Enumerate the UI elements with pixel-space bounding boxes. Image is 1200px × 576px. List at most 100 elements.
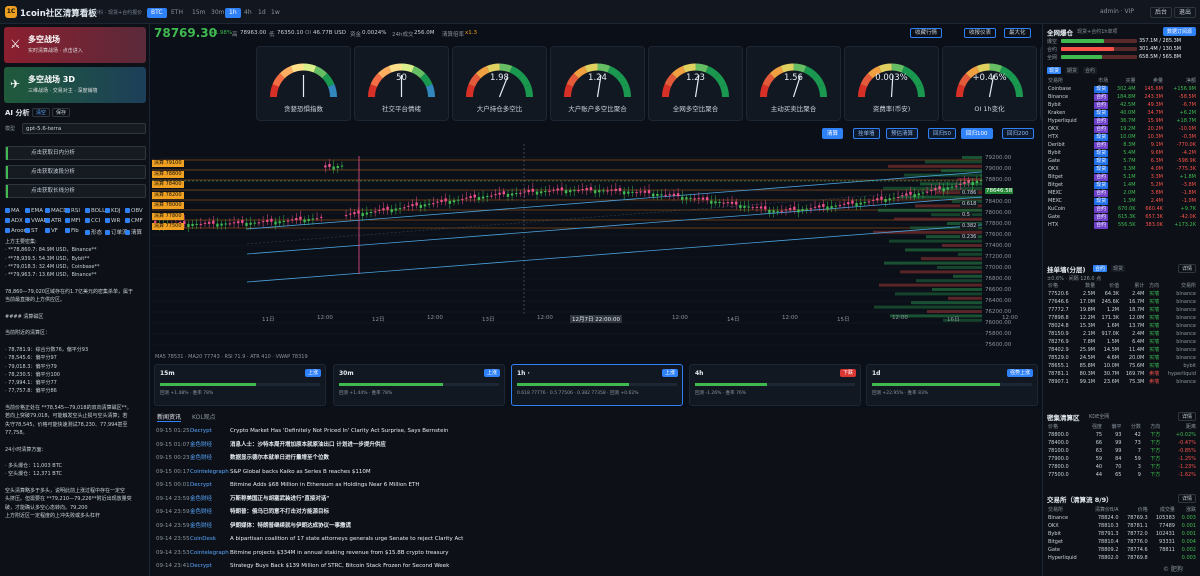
timeframe-tab-1h[interactable]: 1h: [225, 8, 241, 18]
orderwall-tab-0[interactable]: 合约: [1093, 265, 1108, 272]
exchange-tab-2[interactable]: 合约: [1083, 67, 1098, 74]
table-row[interactable]: MEXC 现货 1.3M 2.4M -1.0M: [1047, 197, 1197, 205]
indicator-checkbox-20[interactable]: 清算: [125, 228, 142, 236]
table-row[interactable]: Gate 78809.2 78774.6 78811 0.002: [1047, 546, 1197, 554]
indicator-checkbox-5[interactable]: KDJ: [105, 208, 120, 214]
table-row[interactable]: 77900.0 59 84 59 下方 -1.25%: [1047, 455, 1197, 463]
table-row[interactable]: Kraken 现货 40.0M 34.7M +6.2M: [1047, 109, 1197, 117]
indicator-checkbox-7[interactable]: ADX: [5, 218, 23, 224]
logout-button[interactable]: 退出: [1174, 7, 1197, 18]
exchange-tab-0[interactable]: 现货: [1047, 67, 1062, 74]
table-row[interactable]: 78400.0 66 99 73 下方 -0.47%: [1047, 439, 1197, 447]
timeframe-card-4[interactable]: 1d 强势上涨 回测 +22.95% · 胜率 83%: [866, 364, 1038, 406]
symbol-tab-eth[interactable]: ETH: [167, 8, 187, 18]
indicator-checkbox-15[interactable]: ST: [25, 228, 38, 234]
price-chart[interactable]: 清算 挂单墙 预估清算 回归50 回归100 回归200 清算 79100 清算 78800…: [152, 124, 1064, 352]
timeframe-card-1[interactable]: 30m 上涨 回测 +1.44% · 胜率 78%: [333, 364, 505, 406]
table-row[interactable]: 77772.7 19.8M 1.2M 18.7M 买墙 binance: [1047, 306, 1197, 314]
user-badge[interactable]: admin · VIP: [1100, 8, 1134, 15]
indicator-checkbox-3[interactable]: RSI: [65, 208, 80, 214]
table-row[interactable]: 77646.6 17.0M 245.6K 16.7M 买墙 binance: [1047, 298, 1197, 306]
longterm-analysis-button[interactable]: 点击获取长线分析: [5, 184, 146, 198]
alarm-button[interactable]: 收报仪表: [964, 28, 997, 38]
news-item[interactable]: 09-14 23:59金色财经 特朗普：俄乌已同意不打击对方能源目标: [156, 507, 1036, 518]
table-row[interactable]: Bitget 现货 1.4M 5.2M -3.8M: [1047, 181, 1197, 189]
indicator-checkbox-1[interactable]: EMA: [25, 208, 43, 214]
table-row[interactable]: Bybit 合约 42.5M 49.3M -6.7M: [1047, 101, 1197, 109]
news-item[interactable]: 09-14 23:59金色财经 万斯称美国正与胡塞武装进行"直接对话": [156, 494, 1036, 505]
table-row[interactable]: Bitget 78810.4 78776.0 93331 0.004: [1047, 538, 1197, 546]
table-row[interactable]: 77898.8 12.2M 171.3K 12.0M 买墙 binance: [1047, 314, 1197, 322]
table-row[interactable]: Deribit 合约 8.3M 9.1M -770.0K: [1047, 141, 1197, 149]
orderwall-tab-1[interactable]: 现货: [1111, 265, 1126, 272]
chart-button-2[interactable]: 预估清算: [886, 128, 919, 139]
indicator-checkbox-16[interactable]: VF: [45, 228, 58, 234]
table-row[interactable]: KuCoin 合约 670.0K 660.4K +9.7K: [1047, 205, 1197, 213]
news-item[interactable]: 09-14 23:55CoinDesk A bipartisan coalitio…: [156, 534, 1036, 545]
tab-news[interactable]: 新闻资讯: [157, 412, 182, 422]
indicator-checkbox-17[interactable]: Fib: [65, 228, 79, 234]
indicator-checkbox-10[interactable]: MFI: [65, 218, 81, 224]
maximize-button[interactable]: 最大化: [1004, 28, 1031, 38]
chart-button-5[interactable]: 回归200: [1002, 128, 1034, 139]
indicator-checkbox-11[interactable]: CCI: [85, 218, 100, 224]
intraday-analysis-button[interactable]: 点击获取日内分析: [5, 146, 146, 160]
timeframe-card-2[interactable]: 1h · 上涨 0.618 77776 · 0.5 77506 · 0.382 77…: [511, 364, 683, 406]
news-item[interactable]: 09-15 00:17CointelegraphS&P Global backs…: [156, 467, 1036, 478]
battle-card[interactable]: ⚔ 多空战场 实时清算战场 · 点击进入: [4, 27, 146, 63]
admin-button[interactable]: 后台: [1150, 7, 1173, 18]
table-row[interactable]: 77500.0 44 65 9 下方 -1.62%: [1047, 471, 1197, 479]
table-row[interactable]: 78276.9 7.8M 1.5M 6.4M 买墙 binance: [1047, 338, 1197, 346]
table-row[interactable]: OKX 现货 3.3M 4.0M -775.3K: [1047, 165, 1197, 173]
news-item[interactable]: 09-14 23:53CointelegraphBitmine projects…: [156, 548, 1036, 559]
tab-kol[interactable]: KOL观点: [192, 412, 216, 421]
table-row[interactable]: 78150.9 2.1M 917.0K 2.4M 买墙 binance: [1047, 330, 1197, 338]
table-row[interactable]: Bybit 现货 5.4M 9.6M -4.2M: [1047, 149, 1197, 157]
indicator-checkbox-8[interactable]: VWAP: [25, 218, 47, 224]
save-button[interactable]: 保存: [52, 108, 71, 117]
table-row[interactable]: 78100.0 63 99 7 下方 -0.85%: [1047, 447, 1197, 455]
news-item[interactable]: 09-15 00:01Decrypt Bitmine Adds $68 Milli…: [156, 480, 1036, 491]
indicator-checkbox-0[interactable]: MA: [5, 208, 20, 214]
exchange-flow-detail-button[interactable]: 详情: [1177, 494, 1196, 503]
chart-button-1[interactable]: 挂单墙: [853, 128, 880, 139]
model-select[interactable]: gpt-5.6-terra: [22, 123, 146, 134]
table-row[interactable]: Gate 合约 615.3K 657.3K -42.0K: [1047, 213, 1197, 221]
table-row[interactable]: Binance 合约 184.8M 243.3M -58.5M: [1047, 93, 1197, 101]
table-row[interactable]: Hyperliquid 78802.0 78769.8 0.003: [1047, 554, 1197, 562]
indicator-checkbox-18[interactable]: 形态: [85, 228, 102, 236]
table-row[interactable]: Binance 78824.0 78769.3 105383 0.003: [1047, 514, 1197, 522]
table-row[interactable]: 78024.8 15.3M 1.6M 13.7M 买墙 binance: [1047, 322, 1197, 330]
indicator-checkbox-4[interactable]: BOLL: [85, 208, 105, 214]
table-row[interactable]: 78655.1 85.8M 10.0M 75.6M 买墙 bybit: [1047, 362, 1197, 370]
table-row[interactable]: Gate 现货 5.7M 6.3M -598.9K: [1047, 157, 1197, 165]
swing-analysis-button[interactable]: 点击获取波段分析: [5, 165, 146, 179]
symbol-tab-btc[interactable]: BTC: [147, 8, 167, 18]
subscribe-button[interactable]: 数据订阅源: [1162, 27, 1196, 36]
table-row[interactable]: Bybit 78791.3 78772.0 102431 0.001: [1047, 530, 1197, 538]
table-row[interactable]: OKX 合约 19.2M 20.2M -10.0M: [1047, 125, 1197, 133]
table-row[interactable]: HTX 现货 10.0M 10.3M -0.3M: [1047, 133, 1197, 141]
table-row[interactable]: Coinbase 现货 302.4M 145.6M +156.9M: [1047, 85, 1197, 93]
table-row[interactable]: 78529.0 24.5M 4.6M 20.0M 买墙 binance: [1047, 354, 1197, 362]
table-row[interactable]: 77800.0 40 70 3 下方 -1.23%: [1047, 463, 1197, 471]
indicator-checkbox-9[interactable]: ATR: [45, 218, 62, 224]
news-item[interactable]: 09-15 01:07金色财经 消息人士：沙特本周开增加原本就原油出口 计划进一步…: [156, 440, 1036, 451]
chart-button-4[interactable]: 回归100: [961, 128, 993, 139]
table-row[interactable]: 78781.1 80.3M 30.7M 169.7M 卖墙 hyperliquid: [1047, 370, 1197, 378]
news-item[interactable]: 09-15 00:23金色财经 数据显示德尔本就单日进行量增至个位数: [156, 453, 1036, 464]
indicator-checkbox-13[interactable]: CMF: [125, 218, 143, 224]
table-row[interactable]: OKX 78810.3 78781.1 77489 0.001: [1047, 522, 1197, 530]
table-row[interactable]: HTX 合约 556.5K 383.0K +173.2K: [1047, 221, 1197, 229]
exchange-tab-1[interactable]: 期货: [1065, 67, 1080, 74]
table-row[interactable]: 78800.0 75 93 42 下方 +0.02%: [1047, 431, 1197, 439]
table-row[interactable]: Bitget 合约 5.1M 3.3M +1.8M: [1047, 173, 1197, 181]
chart-button-0[interactable]: 清算: [822, 128, 844, 139]
timeframe-card-0[interactable]: 15m 上涨 回测 +1.48% · 胜率 78%: [154, 364, 326, 406]
indicator-checkbox-6[interactable]: OBV: [125, 208, 143, 214]
news-item[interactable]: 09-15 01:25Decrypt Crypto Market Has 'Def…: [156, 426, 1036, 437]
battle-3d-card[interactable]: ✈ 多空战场 3D 三维战场 · 交易对主 · 深度铺墙: [4, 67, 146, 103]
clear-button[interactable]: 清空: [32, 108, 51, 117]
timeframe-tab-1w[interactable]: 1w: [267, 8, 284, 18]
table-row[interactable]: 78907.1 99.1M 23.6M 75.3M 卖墙 binance: [1047, 378, 1197, 386]
